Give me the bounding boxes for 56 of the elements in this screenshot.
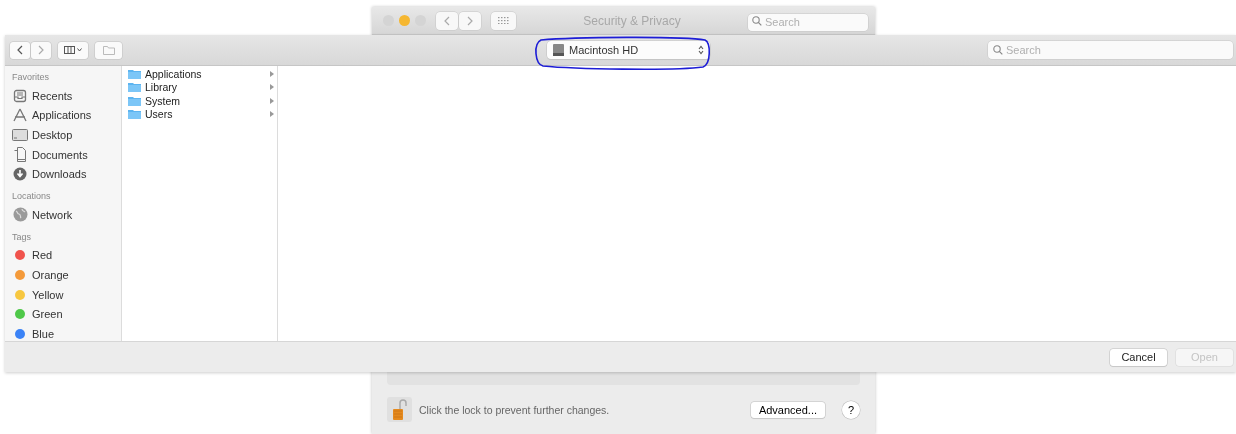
sidebar-heading: Tags bbox=[12, 231, 32, 244]
sidebar-item[interactable]: Yellow bbox=[12, 284, 121, 305]
view-mode-button[interactable] bbox=[58, 41, 88, 59]
folder-outline-icon bbox=[102, 45, 115, 55]
sidebar-item[interactable]: Green bbox=[12, 304, 121, 324]
folder-row[interactable]: System bbox=[122, 94, 277, 108]
document-icon bbox=[13, 147, 27, 163]
folder-row[interactable]: Users bbox=[122, 107, 277, 121]
up-down-chevrons-icon bbox=[698, 45, 704, 55]
caret-icon bbox=[77, 48, 82, 52]
tray-icon bbox=[13, 88, 27, 103]
sidebar-item[interactable]: Orange bbox=[12, 265, 121, 285]
sidebar-item[interactable]: Red bbox=[12, 245, 121, 266]
new-folder-button[interactable] bbox=[95, 41, 122, 59]
folder-icon bbox=[128, 82, 141, 93]
folder-icon bbox=[128, 68, 141, 79]
sidebar-item[interactable]: Applications bbox=[12, 105, 121, 126]
folder-icon bbox=[128, 109, 141, 120]
columns-icon bbox=[64, 46, 75, 54]
folder-icon bbox=[128, 95, 141, 106]
search-icon bbox=[752, 16, 762, 26]
sidebar-heading: Locations bbox=[12, 190, 52, 203]
window-control[interactable] bbox=[399, 15, 410, 26]
sidebar-item[interactable]: Blue bbox=[12, 323, 121, 341]
forward-button[interactable] bbox=[459, 11, 481, 30]
dialog-button[interactable]: Cancel bbox=[1110, 348, 1167, 366]
lock-button[interactable] bbox=[387, 397, 412, 422]
chevron-left-icon bbox=[444, 15, 450, 26]
search-field[interactable]: Search bbox=[748, 13, 868, 31]
search-field[interactable]: Search bbox=[988, 41, 1233, 59]
screen-icon bbox=[12, 129, 28, 141]
sidebar-item[interactable]: Network bbox=[12, 204, 121, 225]
grid-icon bbox=[498, 17, 509, 24]
lock-message: Click the lock to prevent further changes. bbox=[419, 403, 611, 416]
download-icon bbox=[13, 167, 27, 182]
chevron-right-icon bbox=[38, 45, 44, 55]
sidebar-item[interactable]: Desktop bbox=[12, 125, 121, 145]
folder-row[interactable]: Library bbox=[122, 80, 277, 94]
sidebar-item[interactable]: Documents bbox=[12, 144, 121, 165]
forward-button[interactable] bbox=[31, 41, 51, 59]
sidebar-item[interactable]: Downloads bbox=[12, 164, 121, 184]
hard-drive-icon bbox=[553, 44, 564, 56]
location-dropdown[interactable]: Macintosh HD bbox=[547, 41, 710, 59]
chevron-right-icon bbox=[467, 15, 473, 26]
chevron-left-icon bbox=[17, 45, 23, 55]
sidebar-heading: Favorites bbox=[12, 72, 50, 84]
show-all-button[interactable] bbox=[491, 11, 516, 30]
folder-row[interactable]: Applications bbox=[122, 67, 277, 81]
help-button[interactable]: ? bbox=[842, 400, 860, 419]
sidebar-item[interactable]: Recents bbox=[12, 86, 121, 106]
back-button[interactable] bbox=[10, 41, 30, 59]
compass-tool-icon bbox=[12, 108, 28, 123]
globe-icon bbox=[12, 207, 28, 223]
advanced-button[interactable]: Advanced... bbox=[750, 401, 825, 418]
padlock-icon bbox=[392, 399, 407, 420]
search-icon bbox=[993, 45, 1003, 55]
